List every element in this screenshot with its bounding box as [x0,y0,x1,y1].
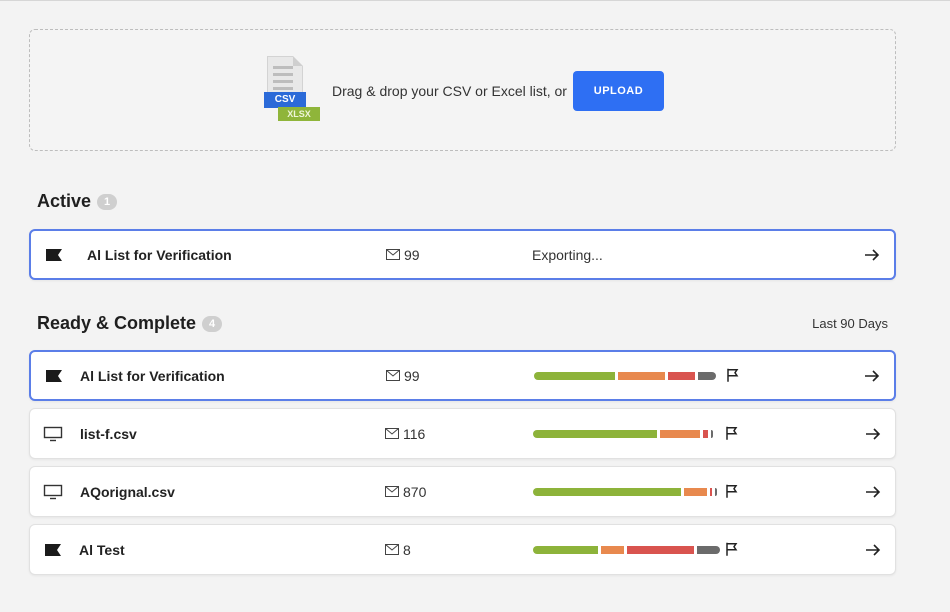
email-count-value: 8 [403,541,411,558]
bar-segment [697,371,716,380]
verification-results-bar [533,429,714,438]
upload-prompt: Drag & drop your CSV or Excel list, or [332,83,567,99]
flag-filled-icon [46,369,62,382]
complete-title: Ready & Complete [37,313,197,333]
top-divider [0,0,950,4]
active-list-row[interactable]: Al List for Verification 99 Exporting... [29,229,896,280]
list-row[interactable]: list-f.csv 116 [29,408,896,459]
email-count-value: 99 [404,367,420,384]
envelope-icon [386,370,400,381]
csv-xlsx-file-icon: CSV XLSX [264,56,320,126]
arrow-right-icon[interactable] [865,485,881,499]
flag-outline-icon[interactable] [725,541,739,556]
active-count-badge: 1 [97,193,118,210]
bar-segment [627,545,694,554]
email-count-value: 99 [404,246,420,263]
complete-count-badge: 4 [202,315,223,332]
envelope-icon [385,486,399,497]
bar-segment [667,371,695,380]
status-text: Exporting... [532,246,603,263]
verification-results-bar [533,487,717,496]
email-count-value: 870 [403,483,427,500]
bar-segment [600,545,625,554]
bar-segment [702,429,709,438]
verification-results-bar [533,545,721,554]
bar-segment [618,371,665,380]
list-name: Al List for Verification [80,367,225,384]
list-name: Al List for Verification [87,246,232,263]
bar-segment [533,487,681,496]
date-range-label[interactable]: Last 90 Days [812,316,888,331]
arrow-right-icon[interactable] [865,427,881,441]
bar-segment [710,487,712,496]
bar-segment [711,429,714,438]
arrow-right-icon[interactable] [865,543,881,557]
arrow-right-icon[interactable] [864,369,880,383]
verification-results-bar [534,371,716,380]
bar-segment [696,545,721,554]
flag-filled-icon [45,543,61,556]
flag-filled-icon [46,248,62,261]
bar-segment [683,487,707,496]
bar-segment [660,429,700,438]
envelope-icon [386,249,400,260]
monitor-icon [43,426,63,441]
complete-section-title: Ready & Complete 4 [37,313,223,334]
list-row[interactable]: Al List for Verification 99 [29,350,896,401]
bar-segment [533,429,658,438]
csv-label: CSV [264,92,306,108]
list-row[interactable]: Al Test 8 [29,524,896,575]
bar-segment [715,487,717,496]
monitor-icon [43,484,63,499]
email-count: 870 [385,484,426,500]
email-count: 99 [386,247,420,263]
flag-outline-icon[interactable] [725,425,739,440]
arrow-right-icon[interactable] [864,248,880,262]
upload-dropzone-content: CSV XLSX Drag & drop your CSV or Excel l… [264,56,664,126]
flag-outline-icon[interactable] [726,367,740,382]
list-name: Al Test [79,541,125,558]
bar-segment [534,371,615,380]
bar-segment [533,545,598,554]
list-name: AQorignal.csv [80,483,175,500]
flag-outline-icon[interactable] [725,483,739,498]
list-name: list-f.csv [80,425,137,442]
upload-dropzone[interactable]: CSV XLSX Drag & drop your CSV or Excel l… [29,29,896,151]
envelope-icon [385,544,399,555]
email-count: 99 [386,368,420,384]
email-count-value: 116 [403,425,426,442]
active-section-title: Active 1 [37,191,118,212]
list-row[interactable]: AQorignal.csv 870 [29,466,896,517]
envelope-icon [385,428,399,439]
email-count: 8 [385,542,411,558]
active-title: Active [37,191,92,211]
email-count: 116 [385,426,425,442]
upload-button[interactable]: UPLOAD [572,71,664,111]
xlsx-label: XLSX [278,107,320,121]
